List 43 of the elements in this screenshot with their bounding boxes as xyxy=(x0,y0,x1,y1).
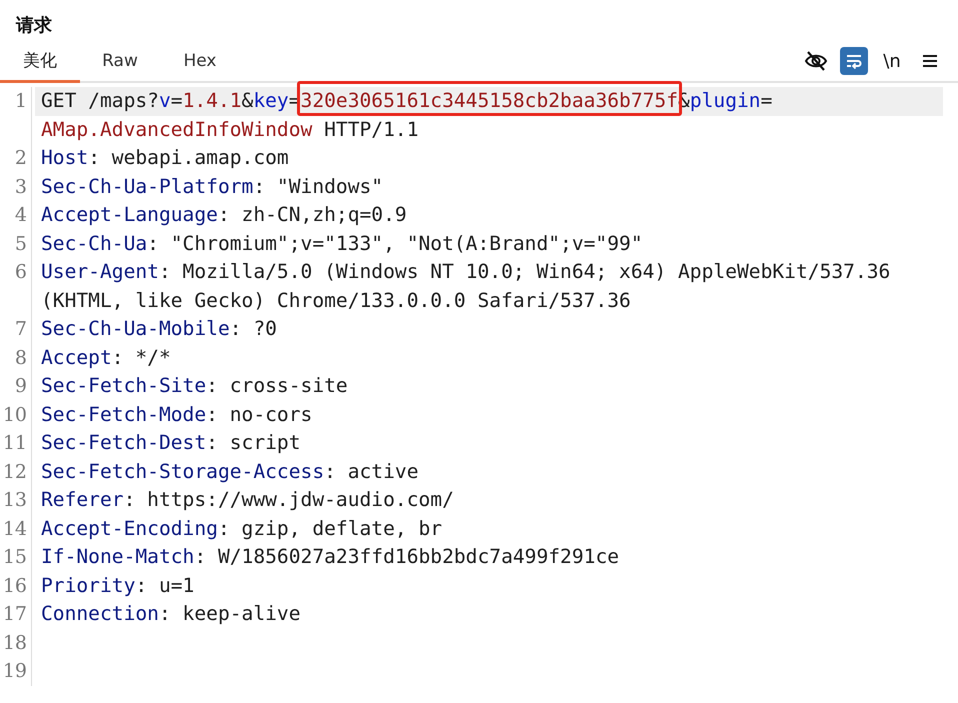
line-number: 15 xyxy=(2,545,27,570)
code-line: Sec-Fetch-Dest: script xyxy=(41,431,301,454)
line-number: 19 xyxy=(2,659,27,684)
line-number: 12 xyxy=(2,460,27,484)
code-line: Sec-Ch-Ua-Mobile: ?0 xyxy=(41,317,277,340)
code-line: Sec-Fetch-Site: cross-site xyxy=(41,374,348,397)
code-line: Sec-Ch-Ua: "Chromium";v="133", "Not(A:Brand";v="99" xyxy=(41,232,643,254)
line-number: 4 xyxy=(14,203,27,228)
line-number: 18 xyxy=(2,630,27,656)
line-number: 11 xyxy=(2,431,27,456)
word-wrap-icon[interactable] xyxy=(840,47,868,75)
code-line: Host: webapi.amap.com xyxy=(41,146,289,169)
line-number: 10 xyxy=(2,402,27,428)
line-number: 8 xyxy=(14,346,27,370)
line-number: 6 xyxy=(14,260,27,285)
code-line: AMap.AdvancedInfoWindow HTTP/1.1 xyxy=(41,118,418,140)
line-number: 7 xyxy=(14,317,27,342)
line-number: 17 xyxy=(2,602,27,627)
code-line: Accept-Language: zh-CN,zh;q=0.9 xyxy=(41,203,407,226)
tab[interactable]: 美化 xyxy=(0,47,80,83)
line-number: 16 xyxy=(2,574,27,598)
code-line: Sec-Ch-Ua-Platform: "Windows" xyxy=(41,174,384,198)
code-line: Accept: */* xyxy=(41,346,171,368)
code-line: Connection: keep-alive xyxy=(41,602,301,625)
line-number: 2 xyxy=(14,146,27,171)
code-line: User-Agent: Mozilla/5.0 (Windows NT 10.0; Win64; x64) AppleWebKit/537.36 xyxy=(41,260,890,283)
newline-toggle[interactable]: \n xyxy=(878,47,906,75)
line-number: 13 xyxy=(2,488,27,513)
code-line: (KHTML, like Gecko) Chrome/133.0.0.0 Safari/537.36 xyxy=(41,288,631,312)
code-line: Sec-Fetch-Mode: no-cors xyxy=(41,402,312,426)
code-line: Sec-Fetch-Storage-Access: active xyxy=(41,460,418,482)
tab[interactable]: Hex xyxy=(160,47,240,83)
line-number: 3 xyxy=(14,174,27,200)
code-line: If-None-Match: W/1856027a23ffd16bb2bdc7a499f291ce xyxy=(41,545,620,568)
line-number: 5 xyxy=(14,232,27,256)
code-line: Priority: u=1 xyxy=(41,574,194,596)
panel-title: 请求 xyxy=(14,14,53,38)
tab[interactable]: Raw xyxy=(80,47,160,83)
code-line: Accept-Encoding: gzip, deflate, br xyxy=(41,516,442,540)
code-line: Referer: https://www.jdw-audio.com/ xyxy=(41,488,454,511)
line-number: 14 xyxy=(2,516,27,542)
line-number: 1 xyxy=(14,89,27,114)
line-number: 9 xyxy=(14,374,27,399)
